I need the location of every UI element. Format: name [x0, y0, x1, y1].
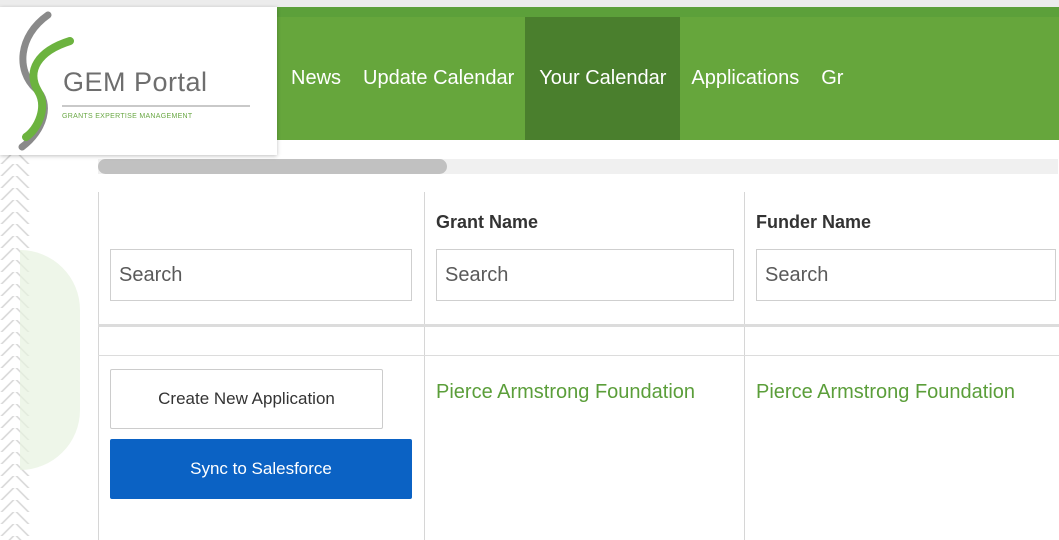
column-divider	[98, 192, 99, 540]
logo[interactable]: GEM Portal GRANTS EXPERTISE MANAGEMENT	[0, 7, 277, 155]
main-navbar: News Update Calendar Your Calendar Appli…	[275, 7, 1059, 140]
sync-to-salesforce-button[interactable]: Sync to Salesforce	[110, 439, 412, 499]
create-new-application-button[interactable]: Create New Application	[110, 369, 383, 429]
nav-news[interactable]: News	[275, 17, 352, 140]
search-input-funder-name[interactable]	[756, 249, 1056, 301]
horizontal-scrollbar[interactable]	[98, 159, 1058, 174]
logo-subtitle: GRANTS EXPERTISE MANAGEMENT	[62, 113, 193, 120]
scrollbar-thumb[interactable]	[98, 159, 447, 174]
nav-applications[interactable]: Applications	[680, 17, 810, 140]
nav-update-calendar[interactable]: Update Calendar	[352, 17, 525, 140]
column-header-grant-name[interactable]: Grant Name	[436, 212, 538, 233]
applications-table: Grant Name Funder Name Create New Applic…	[98, 192, 1059, 540]
column-divider	[744, 192, 745, 540]
row-divider	[98, 355, 1059, 356]
column-header-funder-name[interactable]: Funder Name	[756, 212, 871, 233]
nav-your-calendar[interactable]: Your Calendar	[525, 17, 681, 140]
logo-title: GEM Portal	[63, 67, 208, 97]
grant-name-link[interactable]: Pierce Armstrong Foundation	[436, 377, 696, 408]
search-input-actions[interactable]	[110, 249, 412, 301]
search-input-grant-name[interactable]	[436, 249, 734, 301]
funder-name-link[interactable]: Pierce Armstrong Foundation	[756, 377, 1016, 408]
top-strip	[0, 0, 1059, 7]
nav-grants-truncated[interactable]: Gr	[810, 17, 854, 140]
logo-divider	[62, 105, 250, 107]
nav-items: News Update Calendar Your Calendar Appli…	[275, 17, 1059, 140]
header-divider	[98, 324, 1059, 327]
column-divider	[424, 192, 425, 540]
background-decoration	[20, 250, 80, 470]
